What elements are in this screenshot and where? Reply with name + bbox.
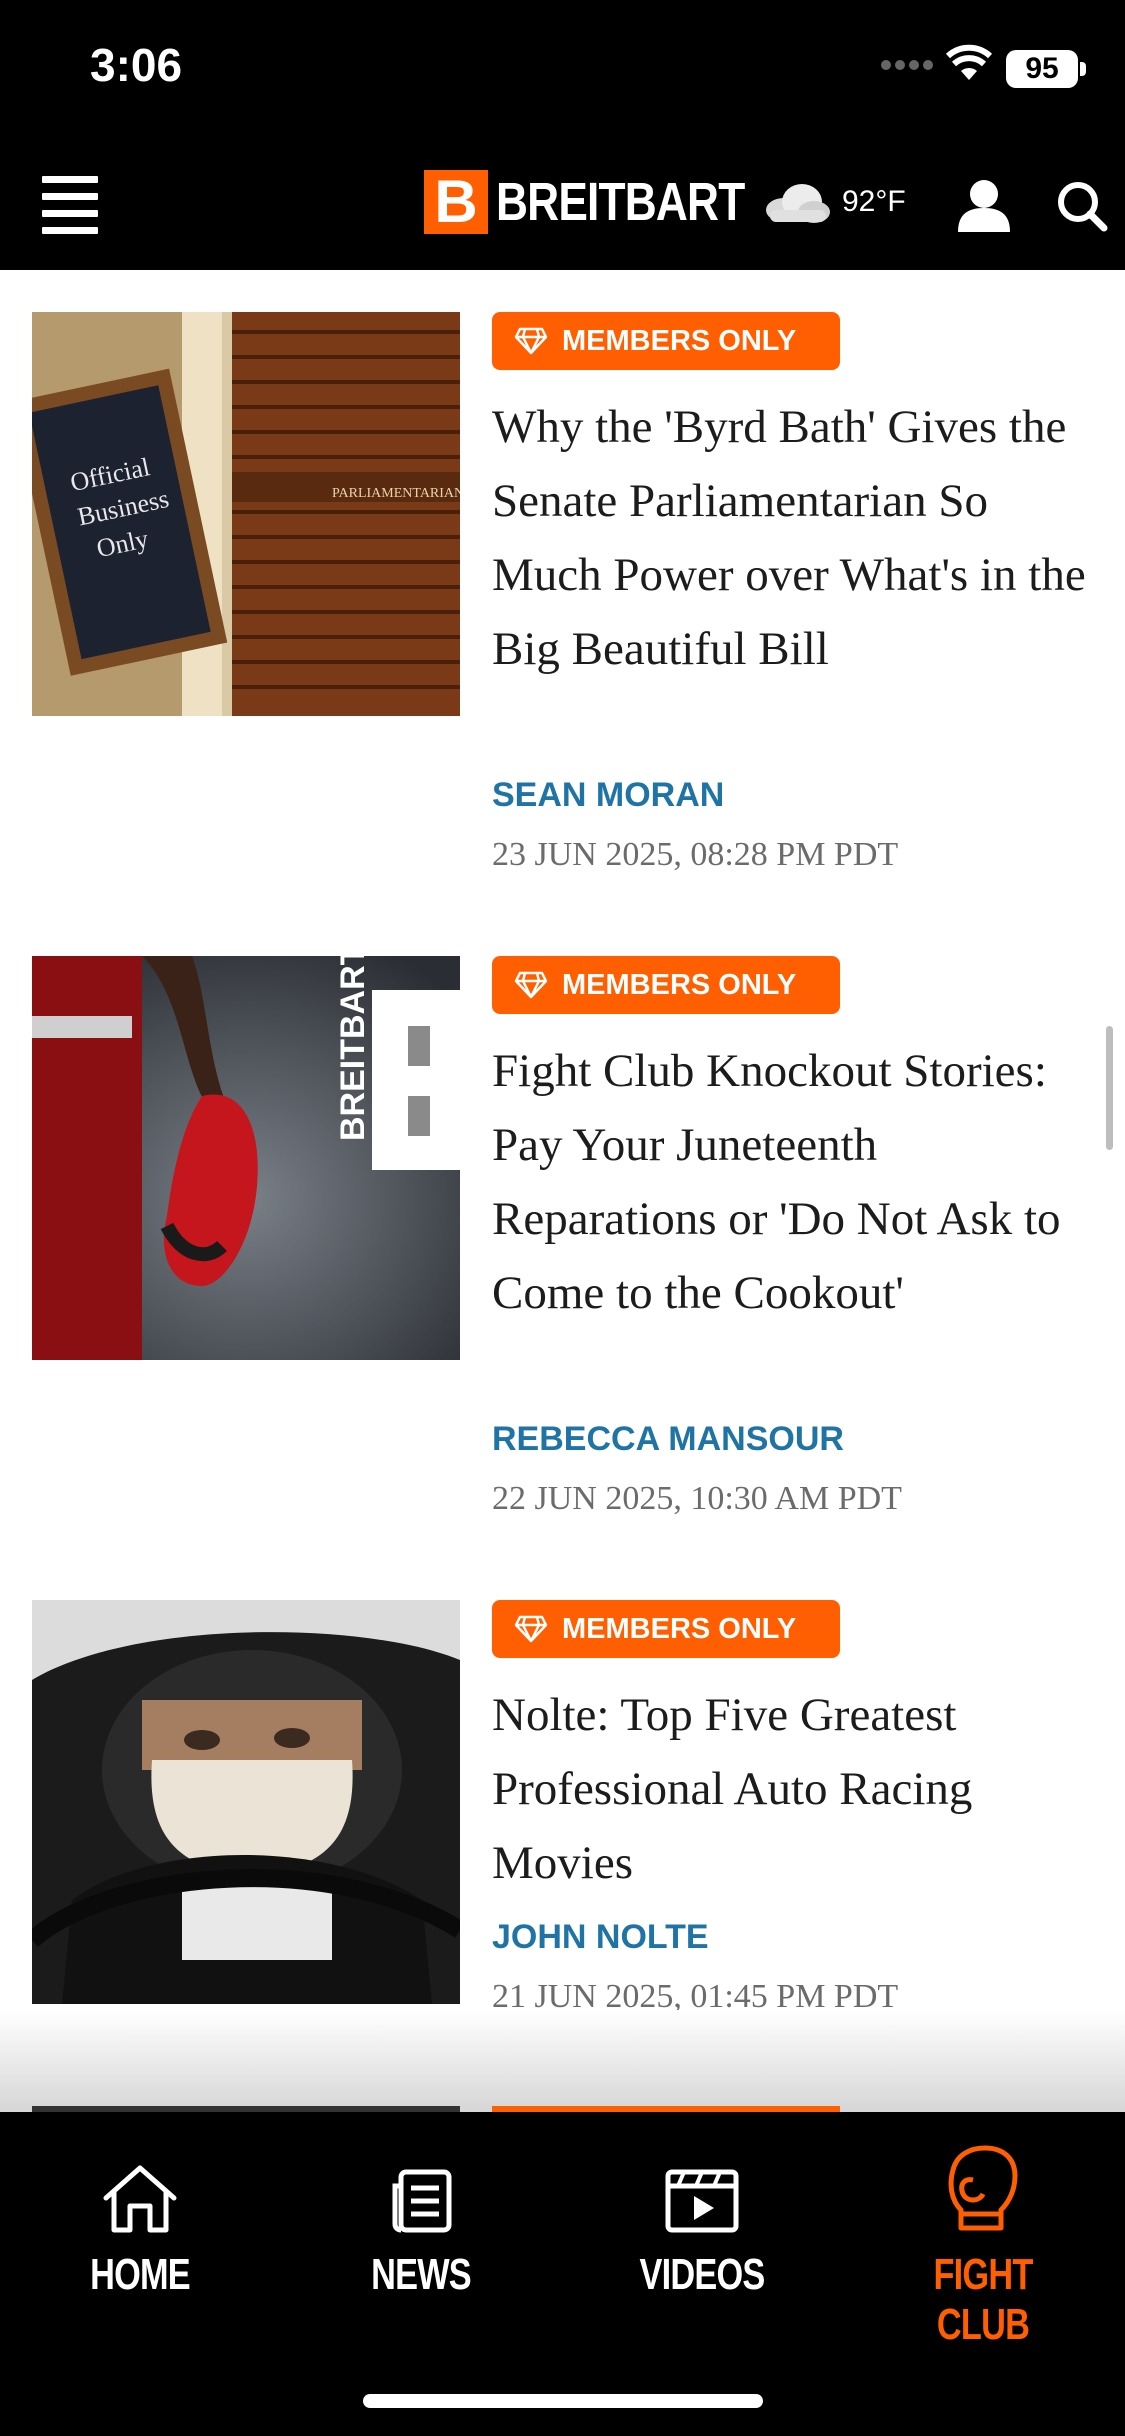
members-only-badge: MEMBERS ONLY: [492, 1600, 840, 1658]
article-title[interactable]: Nolte: Top Five Greatest Professional Au…: [492, 1678, 1092, 1900]
tab-fight-club[interactable]: FIGHT CLUB: [873, 2145, 1093, 2350]
wifi-icon: [946, 44, 992, 80]
tab-label: NEWS: [371, 2250, 472, 2299]
cellular-signal-icon: [881, 60, 933, 70]
article-author[interactable]: SEAN MORAN: [492, 776, 724, 815]
tab-news[interactable]: NEWS: [311, 2152, 531, 2300]
article-thumbnail[interactable]: [32, 1600, 460, 2004]
battery-nub: [1080, 62, 1086, 76]
image-brand-text: BREITBART: [334, 956, 372, 1141]
home-indicator: [363, 2394, 763, 2408]
status-bar: 3:06 95: [0, 0, 1125, 140]
logo-letter: B: [424, 170, 488, 234]
bottom-fade: [0, 2010, 1125, 2112]
hamburger-menu-icon[interactable]: [42, 176, 98, 234]
weather-widget[interactable]: 92°F: [762, 180, 906, 224]
article-thumbnail[interactable]: BREITBART: [32, 956, 460, 1360]
user-account-icon[interactable]: [956, 178, 1012, 232]
badge-label: MEMBERS ONLY: [562, 968, 797, 1001]
article-title[interactable]: Why the 'Byrd Bath' Gives the Senate Par…: [492, 390, 1092, 686]
battery-indicator: 95: [1006, 50, 1078, 88]
tab-home[interactable]: HOME: [30, 2152, 250, 2300]
tab-label: VIDEOS: [639, 2250, 765, 2299]
boxing-glove-icon: [873, 2145, 1093, 2234]
article-author[interactable]: REBECCA MANSOUR: [492, 1420, 844, 1459]
tab-videos[interactable]: VIDEOS: [592, 2152, 812, 2300]
article-thumbnail[interactable]: PARLIAMENTARIAN Official Business Only: [32, 312, 460, 716]
home-icon: [30, 2152, 250, 2234]
door-label: PARLIAMENTARIAN: [332, 486, 460, 501]
members-only-badge: MEMBERS ONLY: [492, 312, 840, 370]
tab-label: HOME: [90, 2250, 191, 2299]
search-icon[interactable]: [1056, 180, 1108, 232]
diamond-icon: [514, 327, 548, 355]
bottom-tab-bar: HOME NEWS VIDEOS FIGHT CLUB: [0, 2112, 1125, 2436]
weather-temperature: 92°F: [842, 185, 906, 218]
article-author[interactable]: JOHN NOLTE: [492, 1918, 709, 1957]
badge-label: MEMBERS ONLY: [562, 324, 797, 357]
badge-label: MEMBERS ONLY: [562, 1612, 797, 1645]
article-date: 23 JUN 2025, 08:28 PM PDT: [492, 836, 899, 873]
app-header: B BREITBART 92°F: [0, 140, 1125, 270]
videos-icon: [592, 2152, 812, 2234]
news-icon: [311, 2152, 531, 2234]
breitbart-logo[interactable]: B BREITBART: [424, 170, 799, 234]
article-date: 22 JUN 2025, 10:30 AM PDT: [492, 1480, 902, 1517]
diamond-icon: [514, 971, 548, 999]
status-time: 3:06: [90, 39, 183, 91]
members-only-badge: MEMBERS ONLY: [492, 956, 840, 1014]
tab-label: FIGHT CLUB: [933, 2250, 1033, 2349]
logo-text: BREITBART: [496, 172, 745, 232]
cloud-icon: [766, 184, 830, 223]
diamond-icon: [514, 1615, 548, 1643]
article-title[interactable]: Fight Club Knockout Stories: Pay Your Ju…: [492, 1034, 1092, 1330]
scrollbar[interactable]: [1106, 1026, 1113, 1150]
